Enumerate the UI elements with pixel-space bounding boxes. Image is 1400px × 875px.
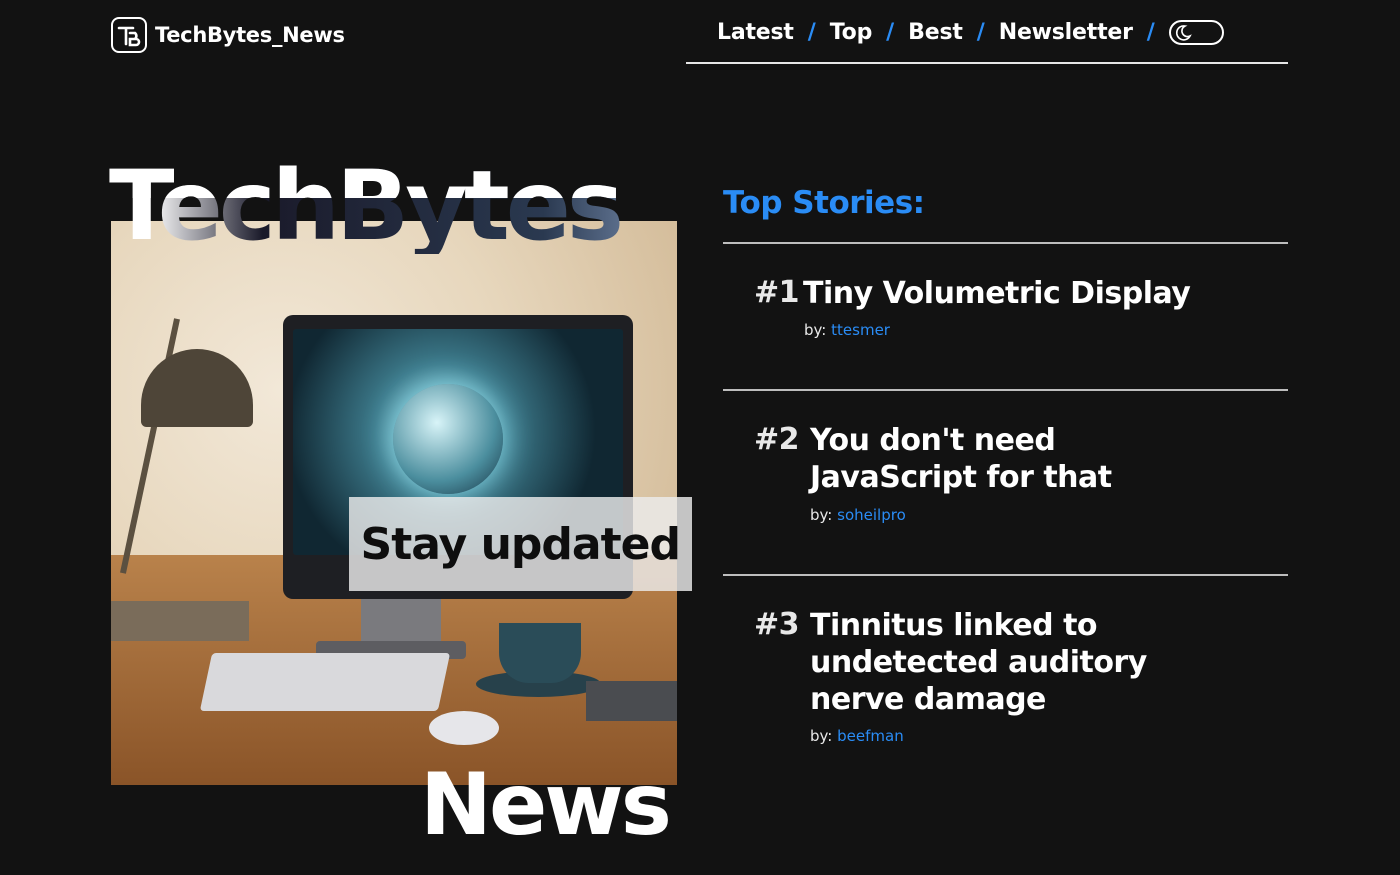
story-byline: by: beefman — [810, 727, 904, 745]
theme-toggle[interactable] — [1168, 20, 1224, 45]
tagline: Stay updated — [360, 518, 681, 570]
nav-separator: / — [1146, 20, 1155, 45]
story-rank: #3 — [754, 607, 800, 642]
by-label: by: — [810, 727, 833, 745]
story-byline: by: ttesmer — [804, 321, 890, 339]
author-link[interactable]: soheilpro — [837, 506, 906, 524]
book — [586, 681, 677, 721]
lamp-head — [141, 349, 253, 427]
author-link[interactable]: ttesmer — [831, 321, 890, 339]
story-byline: by: soheilpro — [810, 506, 906, 524]
coffee-cup — [499, 623, 581, 683]
divider — [723, 389, 1288, 391]
nav-separator: / — [807, 20, 816, 45]
nav-latest[interactable]: Latest — [717, 20, 794, 45]
nav-separator: / — [886, 20, 895, 45]
keyboard — [199, 653, 451, 711]
moon-icon — [1175, 25, 1192, 41]
nav-best[interactable]: Best — [908, 20, 963, 45]
site-logo[interactable]: TechBytes_News — [111, 17, 345, 53]
logo-icon — [111, 17, 147, 53]
divider — [723, 242, 1288, 244]
by-label: by: — [804, 321, 827, 339]
author-link[interactable]: beefman — [837, 727, 904, 745]
story-rank: #2 — [754, 422, 800, 457]
book — [111, 601, 249, 641]
main-nav: Latest / Top / Best / Newsletter / — [686, 18, 1288, 64]
hero-title-bottom: News — [420, 755, 672, 855]
divider — [723, 574, 1288, 576]
story-title-link[interactable]: Tiny Volumetric Display — [803, 275, 1191, 312]
story-rank: #1 — [754, 275, 800, 310]
top-stories-heading: Top Stories: — [723, 185, 925, 221]
nav-top[interactable]: Top — [830, 20, 873, 45]
nav-newsletter[interactable]: Newsletter — [999, 20, 1133, 45]
story-title-link[interactable]: Tinnitus linked to undetected auditory n… — [810, 607, 1250, 718]
tagline-box: Stay updated — [349, 497, 692, 591]
nav-separator: / — [976, 20, 985, 45]
mouse — [429, 711, 499, 745]
by-label: by: — [810, 506, 833, 524]
story-title-link[interactable]: You don't need JavaScript for that — [810, 422, 1230, 496]
logo-text: TechBytes_News — [155, 23, 345, 47]
globe — [393, 384, 503, 494]
